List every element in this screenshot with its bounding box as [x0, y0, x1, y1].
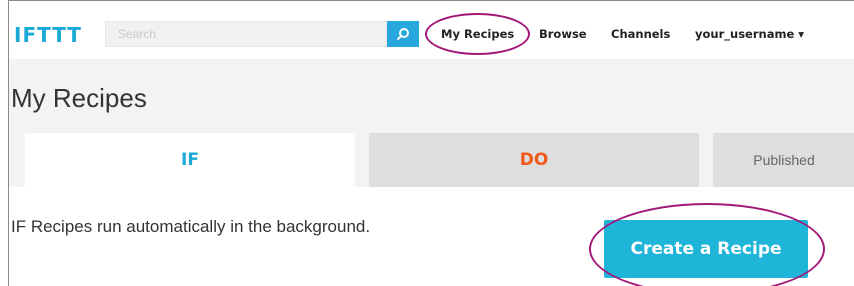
content-area: IF Recipes run automatically in the back… — [9, 187, 854, 286]
app-window: IFTTT Search My Recipes Browse Channels … — [8, 0, 854, 286]
tab-do[interactable]: DO — [369, 133, 699, 187]
search-button[interactable] — [387, 21, 419, 47]
tab-published[interactable]: Published — [713, 133, 854, 187]
user-menu[interactable]: your_username ▾ — [695, 27, 804, 41]
nav-channels[interactable]: Channels — [611, 27, 670, 41]
search-icon — [397, 28, 409, 40]
ifttt-logo[interactable]: IFTTT — [14, 23, 82, 47]
search-input[interactable]: Search — [105, 21, 387, 47]
tab-if[interactable]: IF — [25, 133, 355, 187]
top-header: IFTTT Search My Recipes Browse Channels … — [9, 1, 854, 59]
create-recipe-button[interactable]: Create a Recipe — [604, 220, 808, 278]
nav-my-recipes[interactable]: My Recipes — [441, 27, 514, 41]
page-title: My Recipes — [11, 83, 147, 113]
nav-browse[interactable]: Browse — [539, 27, 587, 41]
if-recipes-description: IF Recipes run automatically in the back… — [11, 217, 371, 236]
